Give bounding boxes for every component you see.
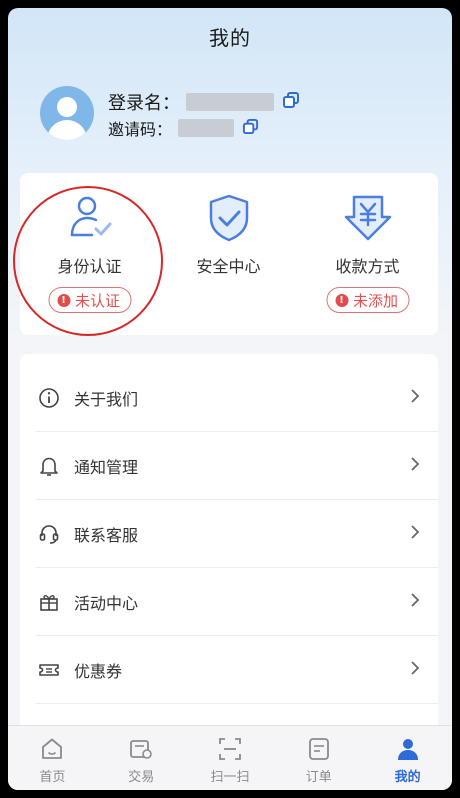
menu-item-activity-center[interactable]: 活动中心 (20, 568, 438, 636)
menu-item-coupons[interactable]: 优惠券 (20, 636, 438, 704)
tab-orders[interactable]: 订单 (274, 726, 363, 790)
menu-item-notifications[interactable]: 通知管理 (20, 432, 438, 500)
shield-check-icon (206, 193, 252, 247)
page-title: 我的 (209, 26, 251, 50)
menu-item-label: 活动中心 (74, 594, 139, 613)
chevron-right-icon (410, 660, 420, 680)
bell-icon (36, 455, 62, 477)
avatar[interactable] (40, 86, 94, 140)
scan-icon (217, 736, 243, 766)
tab-label: 首页 (39, 770, 66, 785)
invite-code-row: 邀请码： (108, 116, 259, 140)
menu-item-label: 通知管理 (74, 458, 139, 477)
trade-icon (128, 736, 154, 766)
menu-item-customer-service[interactable]: 联系客服 (20, 500, 438, 568)
security-center-item[interactable]: 安全中心 (159, 173, 298, 335)
home-icon (39, 736, 65, 766)
tab-label: 我的 (394, 770, 421, 785)
status-text: 未认证 (74, 291, 121, 310)
yuan-arrow-icon (344, 193, 392, 245)
coupon-icon (36, 659, 62, 681)
menu-item-label: 联系客服 (74, 526, 139, 545)
status-badge: ! 未认证 (47, 287, 132, 313)
login-name-label: 登录名： (108, 93, 180, 114)
tab-scan[interactable]: 扫一扫 (186, 726, 275, 790)
chevron-right-icon (410, 524, 420, 544)
menu-item-label: 关于我们 (74, 390, 139, 409)
chevron-right-icon (410, 456, 420, 476)
identity-verification-item[interactable]: 身份认证 ! 未认证 (20, 173, 159, 335)
tab-label: 扫一扫 (210, 770, 250, 785)
headset-icon (36, 523, 62, 545)
quick-actions-card: 身份认证 ! 未认证 安全中心 收款方式 ! 未添加 (20, 173, 438, 335)
chevron-right-icon (410, 388, 420, 408)
screen: 我的 登录名： 邀请码： 身份认证 ! 未认证 安全中心 收款方式 ! 未添加 … (8, 8, 452, 790)
tab-label: 交易 (128, 770, 155, 785)
copy-icon[interactable] (282, 91, 300, 114)
security-center-label: 安全中心 (196, 257, 261, 276)
tab-mine[interactable]: 我的 (363, 726, 452, 790)
login-name-value-masked (186, 93, 274, 111)
payment-method-item[interactable]: 收款方式 ! 未添加 (298, 173, 437, 335)
user-check-icon (66, 193, 114, 245)
bottom-tab-bar: 首页 交易 扫一扫 订单 我的 (8, 725, 452, 790)
status-badge: ! 未添加 (325, 287, 410, 313)
order-icon (306, 736, 332, 766)
tab-label: 订单 (305, 770, 332, 785)
person-icon (395, 736, 421, 766)
chevron-right-icon (410, 592, 420, 612)
payment-method-label: 收款方式 (335, 257, 400, 276)
login-name-row: 登录名： (108, 89, 300, 115)
tab-trade[interactable]: 交易 (97, 726, 186, 790)
alert-icon: ! (56, 293, 70, 307)
menu-list: 关于我们 通知管理 联系客服 活动中心 优惠券 (20, 354, 438, 774)
status-text: 未添加 (352, 291, 399, 310)
tab-home[interactable]: 首页 (8, 726, 97, 790)
menu-item-about[interactable]: 关于我们 (20, 364, 438, 432)
invite-code-value-masked (178, 119, 235, 137)
gift-icon (36, 591, 62, 613)
identity-verification-label: 身份认证 (57, 257, 122, 276)
copy-icon[interactable] (242, 118, 259, 139)
info-icon (36, 387, 62, 409)
alert-icon: ! (334, 293, 348, 307)
menu-item-label: 优惠券 (74, 662, 123, 681)
invite-code-label: 邀请码： (108, 120, 173, 139)
